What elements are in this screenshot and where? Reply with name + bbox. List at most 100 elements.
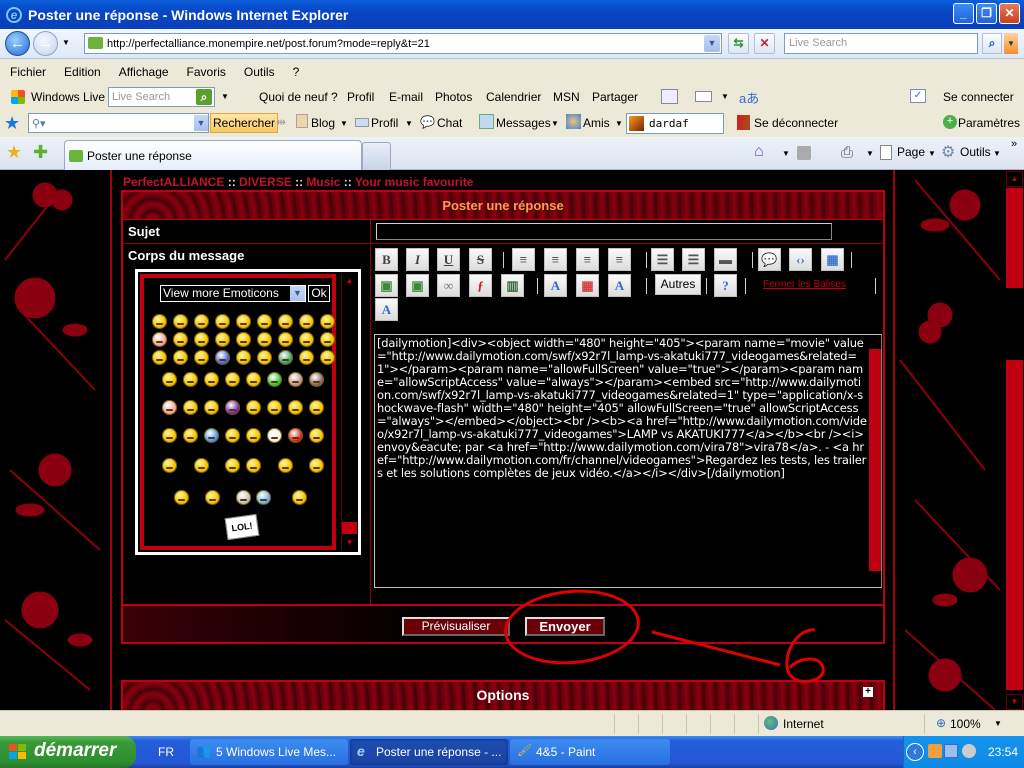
address-dropdown-icon[interactable]: ▼ [704, 35, 720, 52]
emoticon[interactable] [225, 400, 240, 415]
menu-outils[interactable]: Outils [244, 65, 275, 79]
breadcrumb-diverse[interactable]: DIVERSE [239, 175, 292, 189]
emoticon[interactable] [320, 350, 335, 365]
emoticon[interactable] [236, 332, 251, 347]
task-windows-live-messenger[interactable]: 👥 5 Windows Live Mes... ▼ [190, 739, 348, 765]
emoticon[interactable] [320, 314, 335, 329]
link-email[interactable]: E-mail [389, 90, 423, 104]
emoticon[interactable] [246, 400, 261, 415]
address-input[interactable]: http://perfectalliance.monempire.net/pos… [84, 33, 722, 54]
underline-button[interactable]: U [437, 248, 460, 271]
language-indicator[interactable]: FR [158, 745, 174, 759]
lol-emoticon[interactable]: LOL! [224, 513, 260, 541]
table-button[interactable]: ▦ [821, 248, 844, 271]
bullet-list-button[interactable]: ☰ [651, 248, 674, 271]
emoticon[interactable] [288, 400, 303, 415]
emoticon[interactable] [257, 332, 272, 347]
star-icon[interactable]: ★ [4, 113, 20, 134]
emoticon[interactable] [292, 490, 307, 505]
toolbar-search-input[interactable]: ⚲▾ [28, 113, 209, 133]
link-photos[interactable]: Photos [435, 90, 472, 104]
emoticon[interactable] [194, 332, 209, 347]
logout-button[interactable]: Se déconnecter [754, 116, 838, 130]
emoticons-ok-button[interactable]: Ok [308, 285, 330, 302]
emoticon[interactable] [320, 332, 335, 347]
emoticon[interactable] [309, 400, 324, 415]
emoticon[interactable] [174, 490, 189, 505]
link-calendrier[interactable]: Calendrier [486, 90, 541, 104]
task-paint[interactable]: 🖌 4&5 - Paint [510, 739, 670, 765]
keyboard-icon[interactable] [695, 91, 712, 102]
emoticon[interactable] [173, 332, 188, 347]
page-menu[interactable]: Page [897, 145, 925, 159]
emoticons-select[interactable]: View more Emoticons ▼ [160, 285, 306, 302]
subject-input[interactable] [376, 223, 832, 240]
emoticon[interactable] [299, 332, 314, 347]
emoticon[interactable] [152, 314, 167, 329]
page-scroll-track[interactable] [1006, 360, 1023, 690]
link-button[interactable]: ∞ [437, 274, 460, 297]
breadcrumb-home[interactable]: PerfectALLIANCE [123, 175, 224, 189]
emoticon[interactable] [236, 490, 251, 505]
search-dropdown-icon[interactable]: ▼ [194, 115, 208, 131]
profil-button[interactable]: Profil [371, 116, 398, 130]
windows-live-brand[interactable]: Windows Live [31, 90, 105, 104]
menu-help[interactable]: ? [293, 65, 300, 79]
breadcrumb-topic[interactable]: Your music favourite [355, 175, 473, 189]
search-dropdown-icon[interactable]: ▼ [1004, 33, 1018, 54]
align-center-button[interactable]: ≡ [544, 248, 567, 271]
zoom-level[interactable]: 100% [950, 717, 981, 731]
emoticon[interactable] [267, 400, 282, 415]
minimize-button[interactable]: _ [953, 3, 974, 24]
sign-in-link[interactable]: Se connecter [943, 90, 1014, 104]
scroll-up-icon[interactable]: ▲ [342, 274, 357, 288]
emoticon[interactable] [215, 350, 230, 365]
page-scroll-thumb[interactable] [1006, 188, 1023, 288]
profil-dropdown-icon[interactable]: ▼ [405, 119, 413, 128]
emoticon[interactable] [194, 458, 209, 473]
emoticon[interactable] [204, 428, 219, 443]
expand-plus-icon[interactable]: + [863, 687, 873, 697]
breadcrumb-music[interactable]: Music [306, 175, 340, 189]
emoticon[interactable] [246, 458, 261, 473]
emoticon[interactable] [173, 314, 188, 329]
settings-button[interactable]: Paramètres [958, 116, 1020, 130]
align-left-button[interactable]: ≡ [512, 248, 535, 271]
task-internet-explorer[interactable]: e Poster une réponse - ... [350, 739, 508, 765]
emoticon[interactable] [194, 314, 209, 329]
page-scrollbar[interactable]: ▲ ▼ [1005, 170, 1024, 710]
emoticon[interactable] [194, 350, 209, 365]
messages-button[interactable]: Messages [496, 116, 551, 130]
align-right-button[interactable]: ≡ [576, 248, 599, 271]
emoticon[interactable] [162, 400, 177, 415]
font-button[interactable]: A [608, 274, 631, 297]
add-favorite-icon[interactable]: ✚ [33, 142, 48, 163]
emoticon[interactable] [246, 428, 261, 443]
message-textarea[interactable]: [dailymotion]<div><object width="480" he… [374, 334, 882, 588]
tools-dropdown-icon[interactable]: ▼ [993, 149, 1001, 158]
refresh-button[interactable]: ⇆ [728, 33, 749, 54]
emoticon[interactable] [278, 332, 293, 347]
emoticon[interactable] [183, 372, 198, 387]
emoticon[interactable] [183, 400, 198, 415]
emoticon[interactable] [225, 458, 240, 473]
emoticon[interactable] [278, 458, 293, 473]
emoticon[interactable] [299, 314, 314, 329]
tray-expand-icon[interactable]: ‹ [906, 743, 924, 761]
menu-fichier[interactable]: Fichier [10, 65, 46, 79]
page-scroll-down-icon[interactable]: ▼ [1006, 694, 1023, 710]
scroll-down-icon[interactable]: ▼ [342, 536, 357, 550]
menu-favoris[interactable]: Favoris [187, 65, 226, 79]
home-icon[interactable]: ⌂ [754, 143, 764, 161]
emoticon[interactable] [309, 458, 324, 473]
menu-affichage[interactable]: Affichage [119, 65, 169, 79]
favorites-star-icon[interactable]: ★ [6, 142, 22, 163]
blog-button[interactable]: Blog [311, 116, 335, 130]
link-profil[interactable]: Profil [347, 90, 374, 104]
quote-button[interactable]: 💬 [758, 248, 781, 271]
flash-button[interactable]: ƒ [469, 274, 492, 297]
autres-button[interactable]: Autres [655, 274, 701, 295]
emoticon[interactable] [225, 372, 240, 387]
emoticon[interactable] [278, 350, 293, 365]
color-button[interactable]: ▦ [576, 274, 599, 297]
